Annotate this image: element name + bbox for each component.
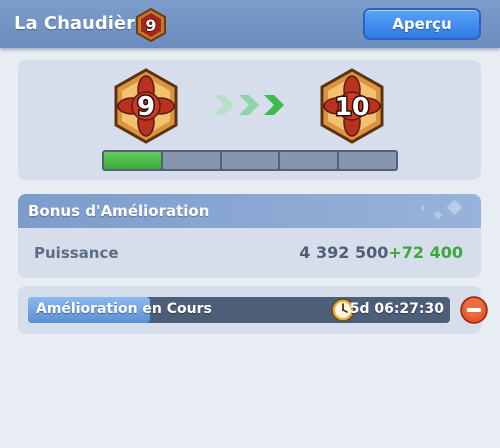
- level-progress-bar: [102, 150, 398, 171]
- sparkle-decoration-icon: [420, 199, 463, 220]
- stat-label-power: Puissance: [34, 244, 119, 262]
- cancel-upgrade-button[interactable]: [460, 296, 488, 324]
- progress-segment: [104, 152, 161, 169]
- minus-icon: [467, 308, 481, 312]
- progress-segment: [339, 152, 396, 169]
- current-level-badge-icon: 9: [114, 68, 178, 144]
- building-title: La Chaudière: [14, 13, 148, 34]
- progress-segment: [280, 152, 338, 169]
- progress-segment: [162, 152, 220, 169]
- level-badge-icon: 9: [136, 8, 166, 42]
- stat-bonus-power: +72 400: [388, 243, 463, 262]
- bonus-title: Bonus d'Amélioration: [28, 202, 210, 220]
- stat-value-power: 4 392 500: [299, 243, 389, 262]
- header-level-text: 9: [145, 16, 156, 35]
- bonus-header: Bonus d'Amélioration: [18, 194, 481, 228]
- bonus-panel: Bonus d'Amélioration Puissance 4 392 500…: [18, 194, 481, 278]
- next-level-text: 10: [335, 92, 370, 121]
- current-level-text: 9: [137, 92, 155, 122]
- header-bar: La Chaudière 9 Aperçu: [0, 0, 500, 48]
- next-level-badge-icon: 10: [320, 68, 384, 144]
- upgrade-progress-bar: Amélioration en Cours 5d 06:27:30: [28, 297, 450, 323]
- level-arrows-icon: [214, 95, 284, 115]
- preview-button[interactable]: Aperçu: [363, 8, 481, 40]
- upgrade-label: Amélioration en Cours: [36, 301, 212, 317]
- stat-values: 4 392 500+72 400: [299, 243, 463, 262]
- upgrade-timer: 5d 06:27:30: [349, 301, 444, 317]
- upgrade-panel: Amélioration en Cours 5d 06:27:30: [18, 286, 488, 334]
- progress-segment: [221, 152, 279, 169]
